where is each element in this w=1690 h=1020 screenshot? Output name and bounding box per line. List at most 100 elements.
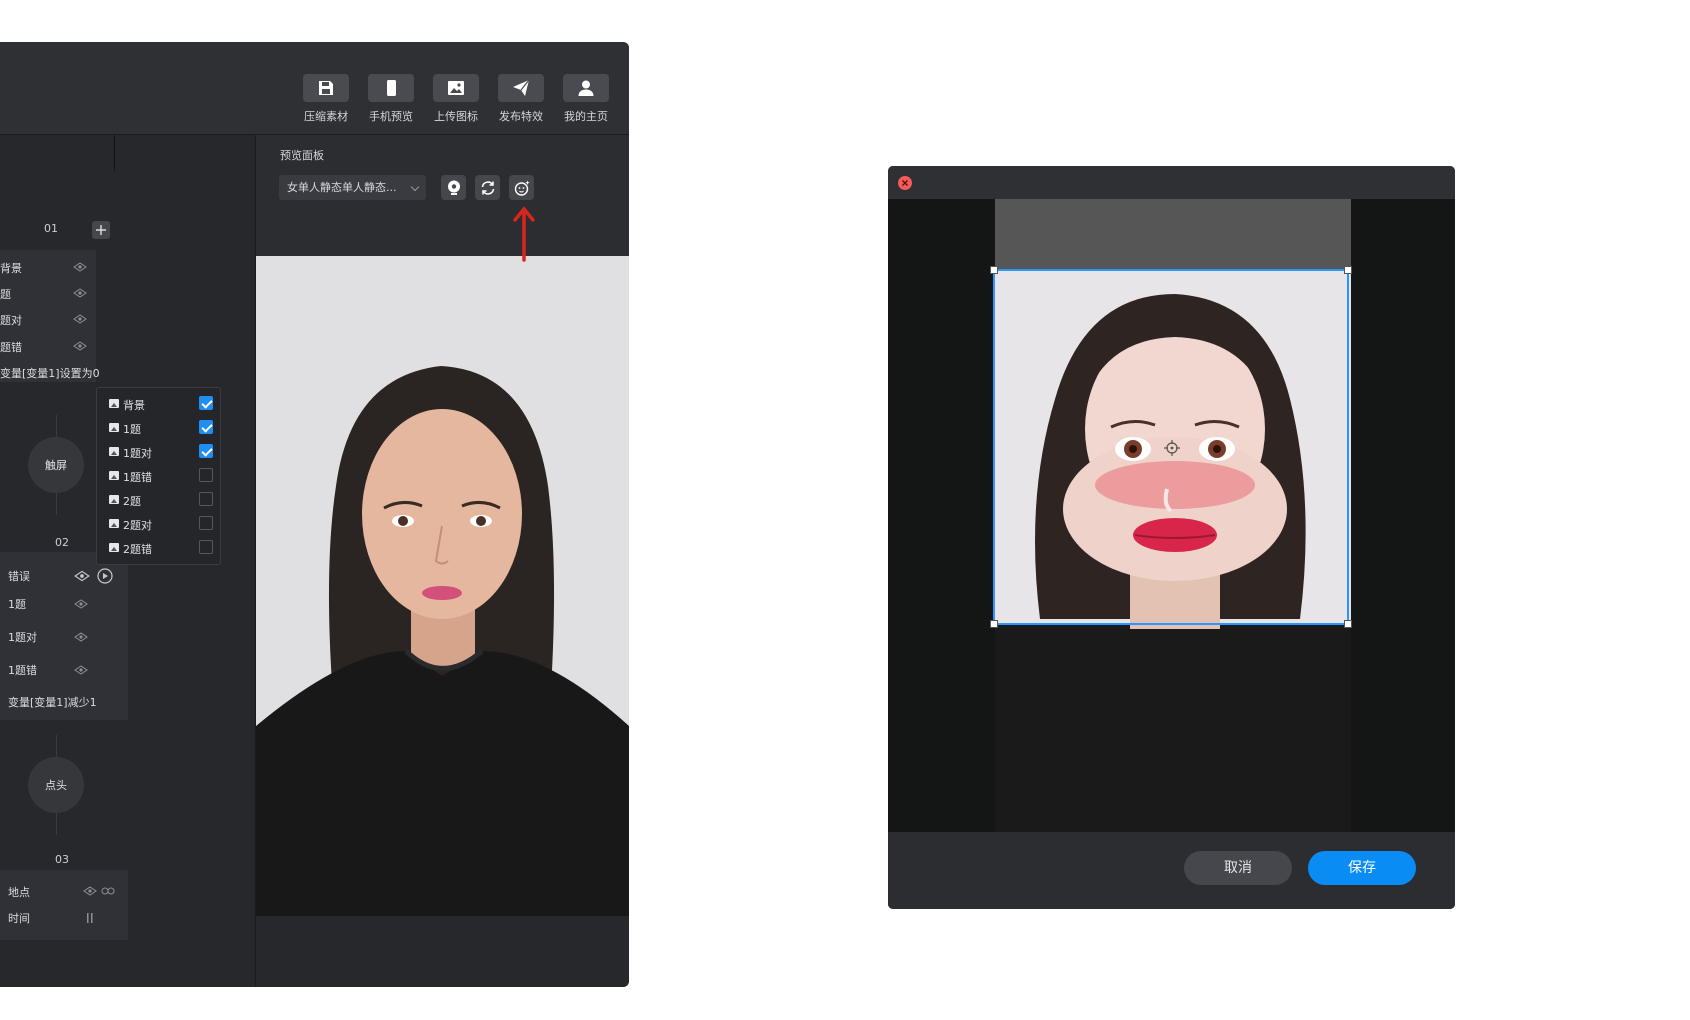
plus-icon (96, 225, 106, 235)
add-step-button[interactable] (92, 221, 110, 239)
publish-effect-button[interactable]: 发布特效 (493, 74, 549, 124)
crop-dialog: 取消 保存 (888, 166, 1455, 909)
step-number: 02 (55, 536, 69, 549)
connector-line (56, 735, 57, 757)
toolbar-label: 我的主页 (564, 110, 608, 123)
layer-visibility-popup: 背景 1题 1题对 1题错 2题 2题对 2题错 (96, 387, 221, 565)
phone-preview-button[interactable]: 手机预览 (363, 74, 419, 124)
visibility-icon[interactable] (74, 570, 90, 582)
crop-handle-top-left[interactable] (990, 266, 998, 274)
annotation-arrow-icon (513, 206, 535, 262)
image-layer-icon (109, 399, 119, 408)
visibility-icon[interactable] (73, 341, 87, 351)
visibility-icon[interactable] (73, 314, 87, 324)
layer-option[interactable]: 背景 (109, 394, 213, 414)
close-button[interactable] (898, 176, 912, 190)
action-row: 变量[变量1]减少1 (8, 696, 97, 709)
layer-row: 错误 (8, 570, 30, 583)
visibility-icon[interactable] (74, 665, 88, 675)
toolbar-label: 压缩素材 (304, 110, 348, 123)
layer-option-label: 2题 (123, 495, 141, 508)
refresh-button[interactable] (475, 175, 500, 200)
save-button[interactable]: 保存 (1308, 851, 1416, 885)
layer-option[interactable]: 2题 (109, 490, 213, 510)
crosshair-icon[interactable] (1164, 440, 1180, 456)
image-upload-icon (433, 74, 479, 102)
image-layer-icon (109, 495, 119, 504)
connector-line (56, 493, 57, 515)
portrait-photo (256, 256, 629, 916)
layer-option-label: 2题对 (123, 519, 152, 532)
layer-option[interactable]: 1题 (109, 418, 213, 438)
crop-handle-top-right[interactable] (1344, 266, 1352, 274)
layer-row: 1题 (8, 598, 26, 611)
upload-icon-button[interactable]: 上传图标 (428, 74, 484, 124)
chevron-down-icon (410, 182, 420, 192)
face-icon (514, 180, 530, 196)
step-card[interactable]: 背景 题 题对 题错 变量[变量1]设置为0 (0, 250, 100, 382)
layer-checkbox[interactable] (199, 444, 213, 458)
camera-button[interactable] (441, 175, 466, 200)
layer-option[interactable]: 2题错 (109, 538, 213, 558)
connector-line (56, 813, 57, 835)
layer-row: 背景 (0, 262, 22, 275)
layer-row: 1题错 (8, 664, 37, 677)
save-icon (303, 74, 349, 102)
crop-handle-bottom-right[interactable] (1344, 620, 1352, 628)
visibility-icon[interactable] (73, 288, 87, 298)
layer-checkbox[interactable] (199, 492, 213, 506)
refresh-icon (481, 180, 494, 195)
camera-icon (447, 180, 460, 195)
toolbar-label: 手机预览 (369, 110, 413, 123)
layer-row: 题错 (0, 341, 22, 354)
image-layer-icon (109, 471, 119, 480)
link-icon[interactable] (101, 887, 115, 895)
divider (114, 135, 115, 171)
face-effect-button[interactable] (509, 175, 534, 200)
layer-checkbox[interactable] (199, 540, 213, 554)
layer-option[interactable]: 2题对 (109, 514, 213, 534)
my-homepage-button[interactable]: 我的主页 (558, 74, 614, 124)
timeline-pane: 01 背景 题 题对 题错 变量[变量1]设置为0 触屏 02 错误 1题 1题… (0, 135, 256, 987)
crop-frame[interactable] (990, 266, 1352, 628)
layer-option[interactable]: 1题错 (109, 466, 213, 486)
trigger-node-touch[interactable]: 触屏 (28, 437, 84, 493)
model-select[interactable]: 女单人静态单人静态... (279, 175, 426, 200)
layer-option-label: 1题 (123, 423, 141, 436)
action-row: 变量[变量1]设置为0 (0, 367, 100, 380)
layer-row: 题对 (0, 314, 22, 327)
visibility-icon[interactable] (74, 599, 88, 609)
image-layer-icon (109, 543, 119, 552)
layer-option-label: 1题错 (123, 471, 152, 484)
layer-checkbox[interactable] (199, 468, 213, 482)
preview-panel-title: 预览面板 (280, 149, 324, 162)
crop-handle-bottom-left[interactable] (990, 620, 998, 628)
layer-option[interactable]: 1题对 (109, 442, 213, 462)
visibility-icon[interactable] (74, 632, 88, 642)
play-icon[interactable] (97, 568, 113, 584)
step-card[interactable]: 地点 时间 (0, 870, 128, 940)
image-layer-icon (109, 519, 119, 528)
phone-icon (368, 74, 414, 102)
trigger-node-nod[interactable]: 点头 (28, 757, 84, 813)
user-icon (563, 74, 609, 102)
layer-row: 地点 (8, 886, 30, 899)
dialog-titlebar (888, 166, 1455, 199)
close-icon (902, 180, 908, 186)
compress-assets-button[interactable]: 压缩素材 (298, 74, 354, 124)
visibility-icon[interactable] (83, 886, 97, 896)
preview-image (256, 256, 629, 916)
dialog-footer: 取消 保存 (888, 832, 1455, 909)
step-card[interactable]: 错误 1题 1题对 1题错 变量[变量1]减少1 (0, 552, 128, 720)
crop-canvas (888, 199, 1455, 832)
layer-checkbox[interactable] (199, 420, 213, 434)
layer-checkbox[interactable] (199, 516, 213, 530)
layer-row: 1题对 (8, 631, 37, 644)
layer-option-label: 2题错 (123, 543, 152, 556)
visibility-icon[interactable] (73, 262, 87, 272)
layer-option-label: 1题对 (123, 447, 152, 460)
layer-checkbox[interactable] (199, 396, 213, 410)
step-number: 03 (55, 853, 69, 866)
pause-icon[interactable] (86, 912, 94, 924)
cancel-button[interactable]: 取消 (1184, 851, 1292, 885)
